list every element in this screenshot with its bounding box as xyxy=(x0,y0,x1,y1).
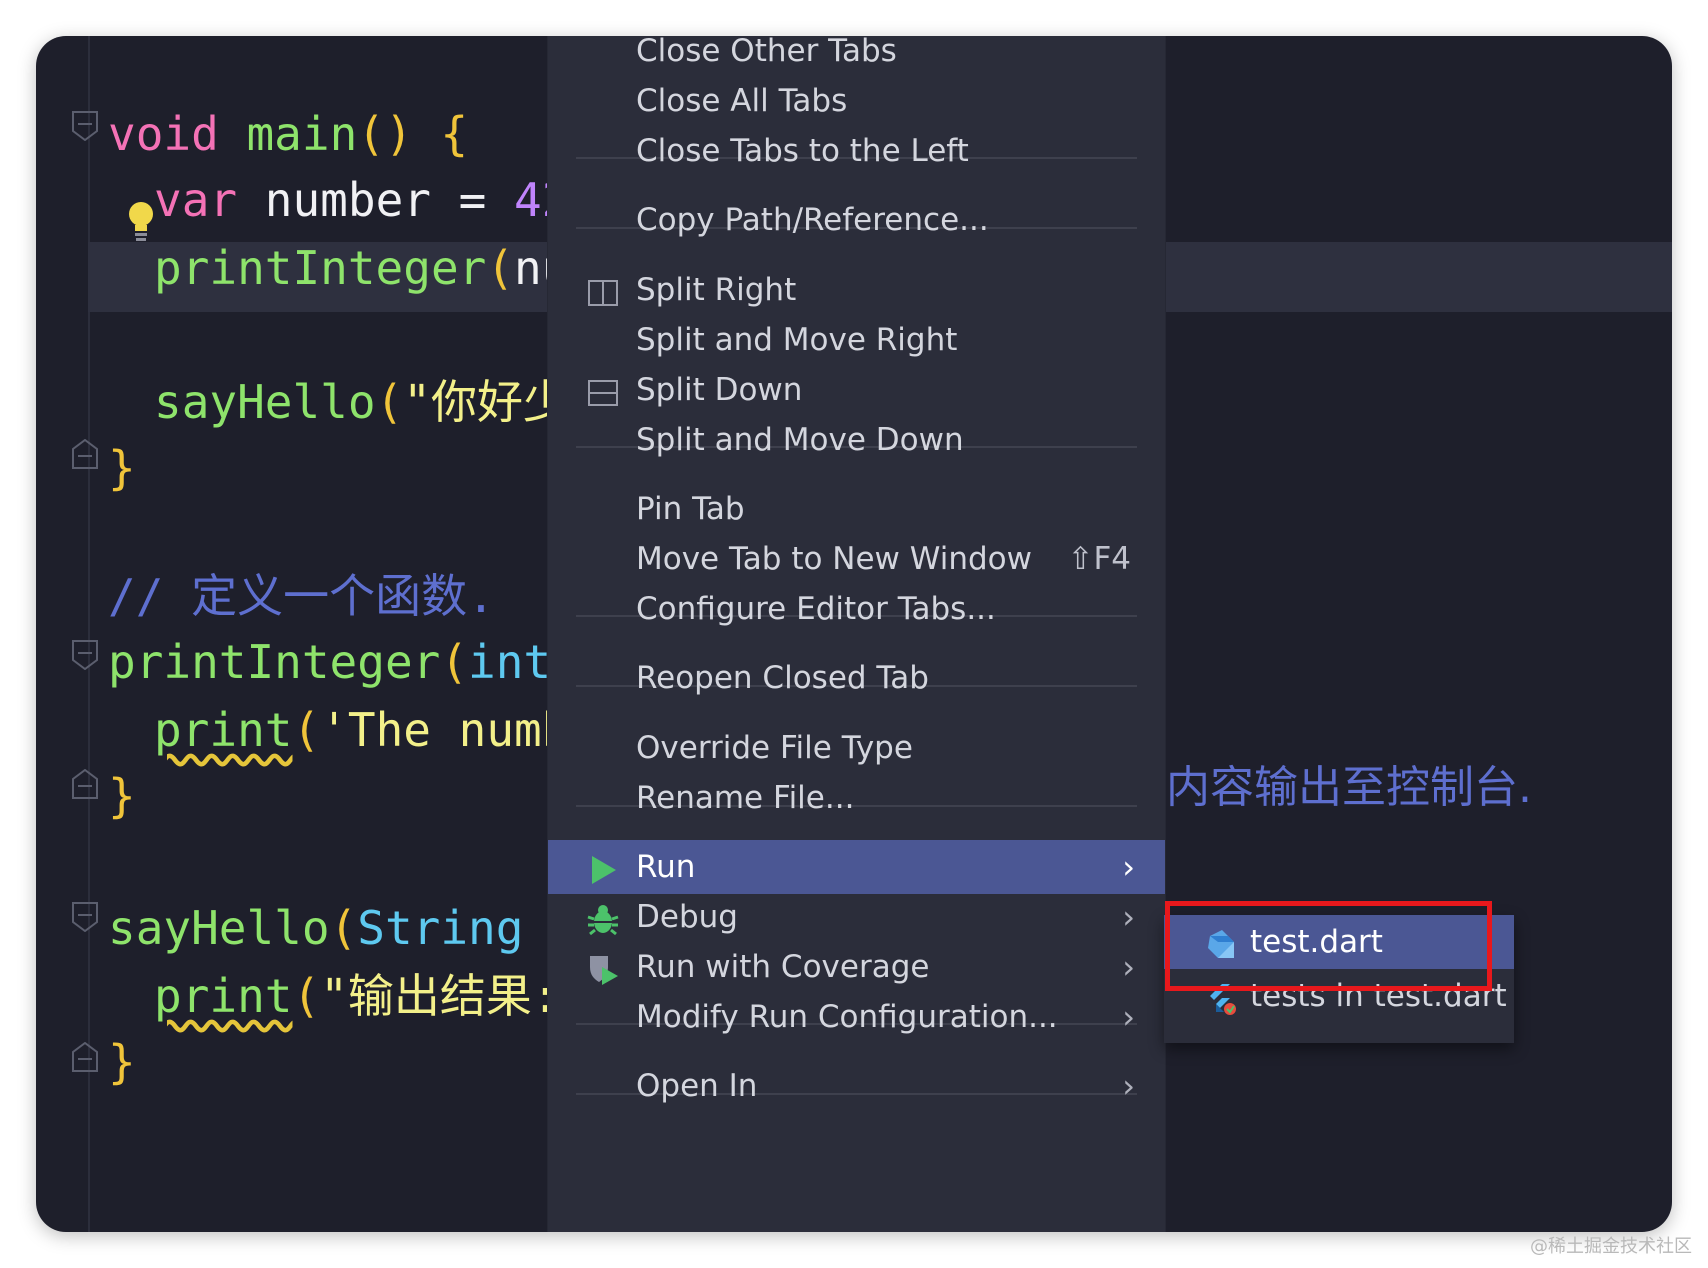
debug-icon xyxy=(586,900,620,936)
menu-item-label: Reopen Closed Tab xyxy=(636,660,929,696)
lightbulb-icon[interactable] xyxy=(126,200,156,242)
menu-item-label: Pin Tab xyxy=(636,491,745,527)
menu-item-move-tab-to-new-window[interactable]: Move Tab to New Window ⇧F4 xyxy=(548,532,1165,586)
code-line[interactable]: sayHello("你好少 xyxy=(154,372,569,432)
code-line[interactable]: printInteger(nu xyxy=(154,238,569,298)
code-token: () { xyxy=(357,107,469,161)
code-token: printInteger xyxy=(108,635,441,689)
chevron-right-icon: › xyxy=(1122,898,1135,936)
code-line[interactable]: // 定义一个函数. xyxy=(108,566,495,626)
code-line[interactable]: } xyxy=(108,438,136,498)
code-token: int xyxy=(468,635,552,689)
menu-item-run[interactable]: Run › xyxy=(548,840,1165,894)
menu-item-label: Close Other Tabs xyxy=(636,33,897,69)
menu-item-split-and-move-down[interactable]: Split and Move Down xyxy=(548,413,1165,467)
code-token: print xyxy=(154,969,293,1023)
menu-item-label: Copy Path/Reference... xyxy=(636,202,989,238)
menu-item-modify-run-configuration[interactable]: Modify Run Configuration... › xyxy=(548,990,1165,1044)
code-token: String xyxy=(357,901,524,955)
menu-item-label: Split and Move Right xyxy=(636,322,958,358)
code-token: ( xyxy=(292,703,321,757)
split-down-icon xyxy=(586,373,620,407)
code-line[interactable]: printInteger(int xyxy=(108,632,551,692)
watermark: @稀土掘金技术社区 xyxy=(1530,1236,1692,1257)
chevron-right-icon: › xyxy=(1122,998,1135,1036)
menu-item-label: Split Right xyxy=(636,272,797,308)
menu-item-label: Modify Run Configuration... xyxy=(636,999,1058,1035)
menu-item-rename-file[interactable]: Rename File... xyxy=(548,771,1165,825)
code-token: sayHello xyxy=(154,375,376,429)
code-token: "输出结果: xyxy=(320,969,560,1023)
code-token: } xyxy=(108,769,136,823)
menu-item-label: Run with Coverage xyxy=(636,949,930,985)
menu-item-close-tabs-to-the-left[interactable]: Close Tabs to the Left xyxy=(548,124,1165,178)
comment-overflow-text: 内容输出至控制台. xyxy=(1166,762,1532,813)
code-line[interactable]: var number = 42 xyxy=(154,170,569,230)
menu-item-open-in[interactable]: Open In › xyxy=(548,1059,1165,1113)
menu-item-override-file-type[interactable]: Override File Type xyxy=(548,721,1165,775)
menu-item-label: Move Tab to New Window xyxy=(636,541,1032,577)
code-token: ( xyxy=(486,241,515,295)
menu-item-pin-tab[interactable]: Pin Tab xyxy=(548,482,1165,536)
fold-close-icon[interactable] xyxy=(72,769,98,799)
code-token: ( xyxy=(292,969,321,1023)
fold-open-icon[interactable] xyxy=(72,640,98,670)
code-token: ( xyxy=(329,901,358,955)
split-right-icon xyxy=(586,273,620,307)
code-token: print xyxy=(154,703,293,757)
chevron-right-icon: › xyxy=(1122,1067,1135,1105)
menu-item-debug[interactable]: Debug › xyxy=(548,890,1165,944)
fold-open-icon[interactable] xyxy=(72,902,98,932)
menu-item-label: Debug xyxy=(636,899,738,935)
code-token: "你好少 xyxy=(403,375,569,429)
code-token: } xyxy=(108,441,136,495)
menu-item-split-right[interactable]: Split Right xyxy=(548,263,1165,317)
code-token: main xyxy=(246,107,358,161)
code-line[interactable]: } xyxy=(108,766,136,826)
code-token: // 定义一个函数. xyxy=(108,569,495,623)
code-token: } xyxy=(108,1035,136,1089)
menu-item-close-other-tabs[interactable]: Close Other Tabs xyxy=(548,24,1165,78)
code-token: sayHello xyxy=(108,901,330,955)
menu-item-run-with-coverage[interactable]: Run with Coverage › xyxy=(548,940,1165,994)
run-icon xyxy=(586,850,620,884)
code-token: printInteger xyxy=(154,241,487,295)
code-line[interactable]: sayHello(String s xyxy=(108,898,579,958)
menu-item-reopen-closed-tab[interactable]: Reopen Closed Tab xyxy=(548,651,1165,705)
code-token: number = xyxy=(237,173,515,227)
menu-item-split-and-move-right[interactable]: Split and Move Right xyxy=(548,313,1165,367)
menu-item-close-all-tabs[interactable]: Close All Tabs xyxy=(548,74,1165,128)
menu-item-shortcut: ⇧F4 xyxy=(1067,541,1131,577)
chevron-right-icon: › xyxy=(1122,848,1135,886)
menu-item-copy-path-reference[interactable]: Copy Path/Reference... xyxy=(548,193,1165,247)
code-line[interactable]: print("输出结果: xyxy=(154,966,560,1026)
fold-open-icon[interactable] xyxy=(72,111,98,141)
menu-item-label: Configure Editor Tabs... xyxy=(636,591,996,627)
code-token: void xyxy=(108,107,219,161)
code-token: ( xyxy=(440,635,469,689)
code-token: ( xyxy=(375,375,404,429)
menu-item-label: Override File Type xyxy=(636,730,913,766)
code-token: 'The numb xyxy=(320,703,570,757)
red-highlight-annotation xyxy=(1165,901,1492,991)
menu-item-label: Open In xyxy=(636,1068,758,1104)
menu-item-split-down[interactable]: Split Down xyxy=(548,363,1165,417)
menu-item-label: Rename File... xyxy=(636,780,855,816)
code-token: var xyxy=(154,173,238,227)
menu-item-label: Split Down xyxy=(636,372,803,408)
code-line[interactable]: } xyxy=(108,1032,136,1092)
chevron-right-icon: › xyxy=(1122,948,1135,986)
tab-context-menu: Close Other Tabs Close All Tabs Close Tabs… xyxy=(547,33,1166,1232)
fold-close-icon[interactable] xyxy=(72,1042,98,1072)
menu-item-label: Close Tabs to the Left xyxy=(636,133,969,169)
menu-item-label: Run xyxy=(636,849,696,885)
menu-item-label: Split and Move Down xyxy=(636,422,964,458)
code-line[interactable]: print('The numb xyxy=(154,700,569,760)
fold-close-icon[interactable] xyxy=(72,439,98,469)
menu-item-configure-editor-tabs[interactable]: Configure Editor Tabs... xyxy=(548,582,1165,636)
code-line[interactable]: void main() { xyxy=(108,104,468,164)
menu-item-label: Close All Tabs xyxy=(636,83,848,119)
coverage-icon xyxy=(586,950,620,985)
